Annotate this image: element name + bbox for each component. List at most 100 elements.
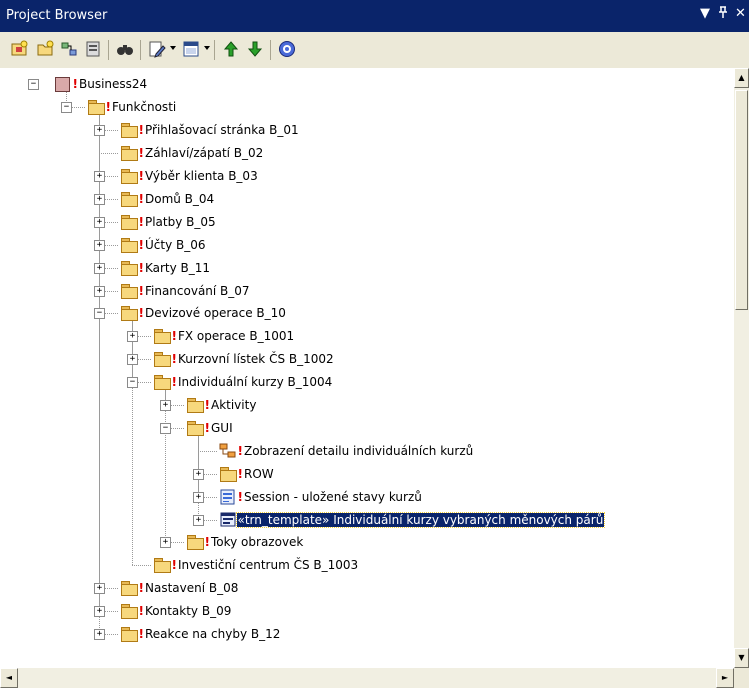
collapse-toggle[interactable]: − — [28, 79, 39, 91]
tree-item[interactable]: ! ROW — [219, 463, 275, 485]
tree-item[interactable]: ! Zobrazení detailu individuálních kurzů — [219, 440, 475, 462]
new-child-button[interactable] — [82, 38, 104, 60]
expand-toggle[interactable]: + — [127, 331, 138, 343]
expand-toggle[interactable]: + — [94, 193, 105, 205]
tree-item[interactable]: ! Business24 — [54, 73, 149, 95]
properties-button[interactable] — [146, 38, 168, 60]
expand-toggle[interactable]: + — [193, 514, 204, 526]
expand-toggle[interactable]: + — [94, 629, 105, 641]
tree-guide-line — [198, 450, 217, 452]
new-element-button[interactable] — [58, 38, 80, 60]
collapse-toggle[interactable]: − — [127, 377, 138, 389]
help-button[interactable] — [276, 38, 298, 60]
tree-item[interactable]: ! Kontakty B_09 — [120, 600, 233, 622]
expand-toggle[interactable]: + — [193, 468, 204, 480]
folder-icon — [120, 283, 138, 299]
folder-icon — [120, 191, 138, 207]
move-up-button[interactable] — [220, 38, 242, 60]
collapse-toggle[interactable]: − — [94, 308, 105, 320]
diagram-icon — [219, 443, 237, 459]
folder-icon — [120, 580, 138, 597]
collapse-toggle[interactable]: − — [160, 422, 171, 434]
vertical-scroll-thumb[interactable] — [735, 90, 748, 310]
tree-item[interactable]: ! Domů B_04 — [120, 188, 216, 210]
tree-item[interactable]: «trn_template» Individuální kurzy vybran… — [219, 509, 606, 531]
expand-toggle[interactable]: + — [94, 583, 105, 595]
expand-toggle[interactable]: + — [94, 606, 105, 618]
tree-item[interactable]: ! Investiční centrum ČS B_1003 — [153, 554, 360, 576]
move-down-button[interactable] — [244, 38, 266, 60]
tree-item[interactable]: ! Reakce na chyby B_12 — [120, 623, 282, 645]
expand-toggle[interactable]: + — [193, 491, 204, 503]
tree-item[interactable]: ! Kurzovní lístek ČS B_1002 — [153, 348, 335, 370]
folder-icon — [153, 374, 171, 391]
tree-item[interactable]: ! Výběr klienta B_03 — [120, 165, 259, 187]
binoculars-icon — [117, 45, 133, 55]
tree-item[interactable]: ! Nastavení B_08 — [120, 577, 240, 599]
folder-icon — [153, 557, 171, 574]
tree-item[interactable]: ! Záhlaví/zápatí B_02 — [120, 142, 265, 164]
expand-toggle[interactable]: + — [94, 216, 105, 228]
help-icon — [279, 41, 295, 57]
tree-item-label: Platby B_05 — [144, 214, 216, 229]
find-button[interactable] — [114, 38, 136, 60]
tree-item-label: Účty B_06 — [144, 237, 206, 252]
scroll-right-button[interactable]: ► — [716, 668, 734, 688]
vertical-scrollbar[interactable]: ▲ ▼ — [734, 68, 749, 668]
tree-item[interactable]: ! Funkčnosti — [87, 96, 178, 118]
scroll-down-button[interactable]: ▼ — [734, 648, 749, 668]
tree-item[interactable]: ! Individuální kurzy B_1004 — [153, 371, 334, 393]
package-new-icon — [11, 40, 28, 56]
tree-item[interactable]: ! Financování B_07 — [120, 280, 251, 302]
scroll-left-button[interactable]: ◄ — [0, 668, 18, 688]
project-tree[interactable]: − ! Business24 − ! Funkčnosti + ! Přihlašovací s… — [0, 68, 734, 668]
expand-toggle[interactable]: + — [160, 400, 171, 412]
folder-icon — [153, 351, 171, 368]
child-new-icon — [86, 41, 100, 57]
menu-dropdown-icon[interactable]: ▼ — [700, 6, 710, 21]
tree-item-label: Aktivity — [210, 398, 257, 413]
tree-item[interactable]: ! GUI — [186, 417, 234, 439]
expand-toggle[interactable]: + — [94, 171, 105, 183]
tree-item[interactable]: ! Účty B_06 — [120, 234, 207, 256]
new-package-button[interactable] — [8, 38, 30, 60]
tree-item[interactable]: ! FX operace B_1001 — [153, 325, 296, 347]
properties-dropdown-icon[interactable] — [170, 46, 176, 50]
toolbar-separator — [214, 40, 215, 60]
tree-guide-line — [99, 153, 118, 155]
folder-icon — [120, 626, 138, 643]
view-button[interactable] — [180, 38, 202, 60]
tree-item[interactable]: ! Devizové operace B_10 — [120, 302, 287, 324]
expand-toggle[interactable]: + — [127, 354, 138, 366]
expand-toggle[interactable]: + — [94, 125, 105, 137]
window-icon — [183, 41, 199, 57]
close-icon[interactable]: ✕ — [735, 6, 746, 21]
tree-item[interactable]: ! Přihlašovací stránka B_01 — [120, 119, 300, 141]
tree-item-label: Reakce na chyby B_12 — [144, 627, 281, 642]
tree-item[interactable]: ! Platby B_05 — [120, 211, 217, 233]
scroll-up-button[interactable]: ▲ — [734, 68, 749, 88]
folder-icon — [120, 145, 138, 162]
tree-item[interactable]: ! Aktivity — [186, 394, 258, 416]
pin-icon[interactable] — [718, 6, 728, 22]
tree-item-label: Investiční centrum ČS B_1003 — [177, 558, 359, 573]
horizontal-scrollbar[interactable]: ◄ ► — [0, 668, 734, 688]
view-dropdown-icon[interactable] — [204, 46, 210, 50]
tree-item[interactable]: ! Toky obrazovek — [186, 531, 305, 553]
folder-icon — [120, 214, 138, 230]
tree-item[interactable]: ! Karty B_11 — [120, 257, 212, 279]
template-icon — [219, 512, 237, 528]
title-bar: Project Browser ▼ ✕ — [0, 0, 749, 32]
tree-item-label: Domů B_04 — [144, 191, 215, 206]
expand-toggle[interactable]: + — [94, 262, 105, 274]
tree-item[interactable]: ! Session - uložené stavy kurzů — [219, 486, 423, 508]
folder-icon — [219, 466, 237, 482]
expand-toggle[interactable]: + — [94, 285, 105, 297]
collapse-toggle[interactable]: − — [61, 102, 72, 114]
new-diagram-button[interactable] — [34, 38, 56, 60]
folder-icon — [87, 99, 105, 116]
expand-toggle[interactable]: + — [94, 239, 105, 251]
tree-item-label: FX operace B_1001 — [177, 329, 295, 344]
tree-item-label: Business24 — [78, 77, 148, 92]
expand-toggle[interactable]: + — [160, 537, 171, 549]
